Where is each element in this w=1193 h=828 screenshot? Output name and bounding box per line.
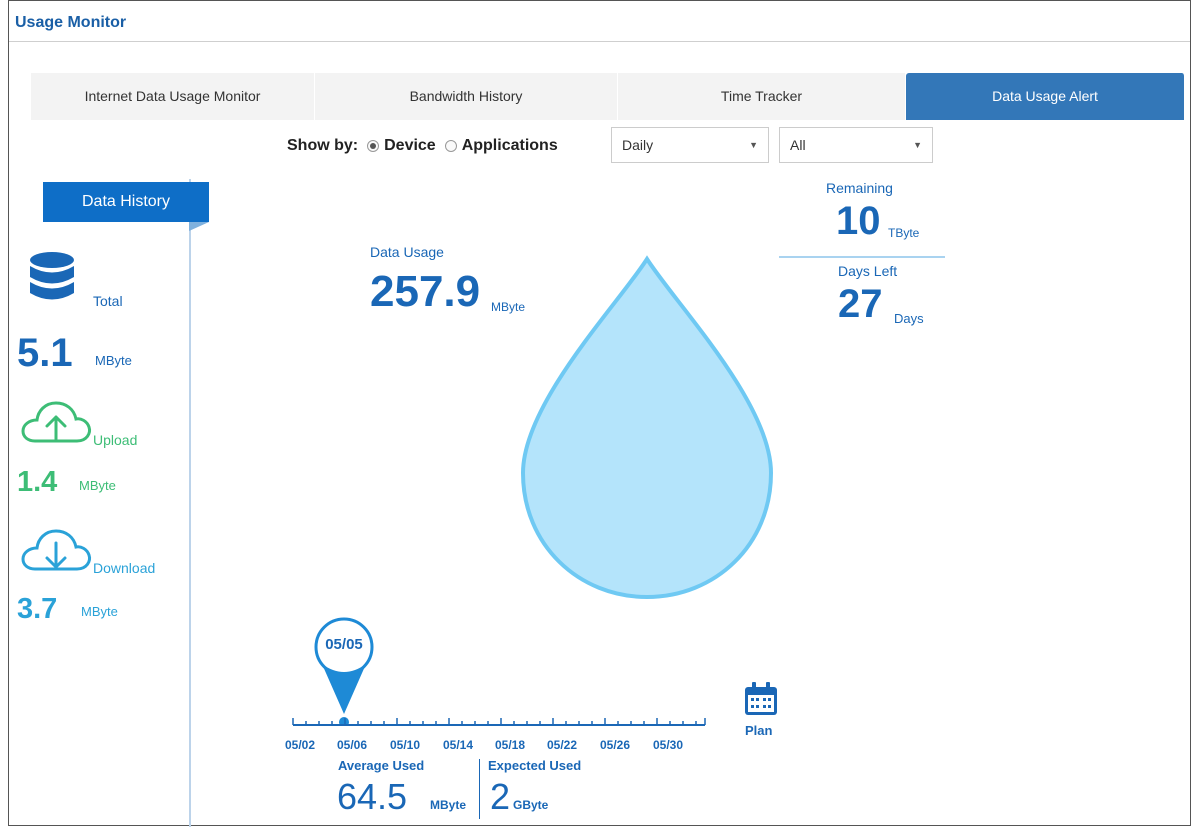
applications-radio-label[interactable]: Applications: [462, 135, 558, 157]
cloud-download-icon: [21, 529, 91, 571]
plan-button[interactable]: Plan: [737, 681, 785, 745]
download-label: Download: [93, 560, 156, 576]
timeline-tick-label: 05/02: [285, 738, 316, 752]
timeline-tick-label: 05/30: [653, 738, 684, 752]
upload-label: Upload: [93, 432, 138, 448]
timeline-tick-label: 05/06: [337, 738, 368, 752]
usage-monitor-panel: Usage Monitor Internet Data Usage Monito…: [8, 0, 1191, 827]
database-icon: [30, 252, 74, 300]
timeline-marker-date: 05/05: [325, 636, 363, 653]
days-left-unit: Days: [894, 311, 924, 326]
timeline-tick-label: 05/14: [443, 738, 474, 752]
scope-select[interactable]: All ▼: [779, 127, 933, 163]
total-value: 5.1: [17, 331, 73, 375]
water-drop-icon: [520, 255, 774, 600]
timeline-tick-label: 05/10: [390, 738, 421, 752]
upload-value: 1.4: [17, 466, 58, 498]
cloud-upload-icon: [21, 401, 91, 443]
upload-unit: MByte: [79, 478, 116, 493]
applications-radio[interactable]: [444, 140, 457, 152]
device-radio[interactable]: [367, 140, 380, 152]
tab-bandwidth-history[interactable]: Bandwidth History: [315, 73, 618, 120]
device-radio-label[interactable]: Device: [384, 135, 436, 157]
average-used-label: Average Used: [338, 758, 425, 773]
expected-used-value: 2: [490, 776, 511, 817]
chevron-down-icon: ▼: [749, 140, 758, 150]
expected-used-label: Expected Used: [488, 758, 582, 773]
calendar-icon: [745, 682, 777, 715]
period-select-value: Daily: [622, 137, 654, 153]
scope-select-value: All: [790, 137, 806, 153]
tab-bar: Internet Data Usage Monitor Bandwidth Hi…: [31, 73, 1185, 120]
average-used-unit: MByte: [430, 798, 467, 812]
period-select[interactable]: Daily ▼: [611, 127, 769, 163]
data-usage-label: Data Usage: [370, 244, 444, 260]
remaining-value: 10: [836, 199, 881, 243]
page-title: Usage Monitor: [15, 14, 127, 31]
tab-data-usage-alert[interactable]: Data Usage Alert: [906, 73, 1185, 120]
data-history-notch: [189, 222, 209, 231]
days-left-value: 27: [838, 282, 883, 326]
total-label: Total: [93, 293, 123, 309]
plan-label: Plan: [745, 723, 773, 738]
timeline-stat-divider: [479, 759, 480, 819]
data-usage-value: 257.9: [370, 267, 481, 316]
remaining-unit: TByte: [888, 226, 920, 240]
expected-used-unit: GByte: [513, 798, 549, 812]
days-left-label: Days Left: [838, 263, 898, 279]
download-unit: MByte: [81, 604, 118, 619]
show-by-label: Show by:: [287, 137, 359, 154]
timeline-axis: [292, 718, 706, 726]
timeline-tick-label: 05/22: [547, 738, 578, 752]
timeline-tick-label: 05/26: [600, 738, 631, 752]
location-pin-icon: [314, 617, 374, 724]
chevron-down-icon: ▼: [913, 140, 922, 150]
timeline-tick-label: 05/18: [495, 738, 526, 752]
tab-time-tracker[interactable]: Time Tracker: [618, 73, 906, 120]
remaining-divider: [779, 256, 945, 258]
sidebar-divider: [189, 179, 191, 827]
average-used-value: 64.5: [337, 776, 408, 817]
total-unit: MByte: [95, 353, 132, 368]
title-bar: Usage Monitor: [9, 1, 1190, 42]
download-value: 3.7: [17, 593, 58, 625]
remaining-label: Remaining: [826, 180, 893, 196]
data-history-button[interactable]: Data History: [43, 182, 209, 222]
show-by-filter: Show by: Device Applications: [287, 135, 558, 157]
tab-internet-data-usage-monitor[interactable]: Internet Data Usage Monitor: [31, 73, 315, 120]
